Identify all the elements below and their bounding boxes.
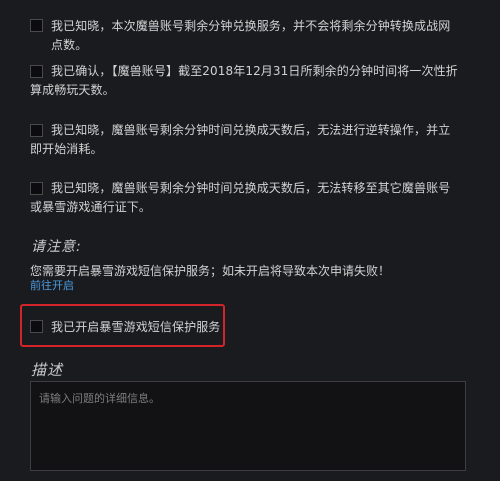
description-input[interactable] <box>30 381 466 471</box>
agreement-label: 我已确认，【魔兽账号】截至2018年12月31日所剩余的分钟时间将一次性折算成畅… <box>30 64 458 97</box>
sms-protection-option[interactable]: 我已开启暴雪游戏短信保护服务 <box>30 319 220 335</box>
agreement-non-transferable[interactable]: 我已知晓，魔兽账号剩余分钟时间兑换成天数后，无法转移至其它魔兽账号或暴雪游戏通行… <box>30 179 460 217</box>
agreement-checkbox[interactable] <box>30 65 43 78</box>
agreement-checkbox[interactable] <box>30 182 43 195</box>
notice-message: 您需要开启暴雪游戏短信保护服务；如未开启将导致本次申请失败！ <box>30 264 391 278</box>
agreement-minutes-not-converted[interactable]: 我已知晓，本次魔兽账号剩余分钟兑换服务，并不会将剩余分钟转换成战网点数。 <box>30 17 460 55</box>
agreement-checkbox[interactable] <box>30 19 43 32</box>
enable-sms-protection-link[interactable]: 前往开启 <box>30 277 74 293</box>
description-title: 描述 <box>31 361 64 379</box>
agreement-label: 我已知晓，魔兽账号剩余分钟时间兑换成天数后，无法进行逆转操作，并立即开始消耗。 <box>30 123 451 156</box>
notice-title: 请注意: <box>31 239 82 255</box>
agreement-minutes-to-days[interactable]: 我已确认，【魔兽账号】截至2018年12月31日所剩余的分钟时间将一次性折算成畅… <box>30 62 460 100</box>
sms-protection-checkbox[interactable] <box>30 320 43 333</box>
agreement-checkbox[interactable] <box>30 124 43 137</box>
agreement-label: 我已知晓，魔兽账号剩余分钟时间兑换成天数后，无法转移至其它魔兽账号或暴雪游戏通行… <box>30 181 451 214</box>
agreement-irreversible[interactable]: 我已知晓，魔兽账号剩余分钟时间兑换成天数后，无法进行逆转操作，并立即开始消耗。 <box>30 121 460 159</box>
agreement-label: 我已知晓，本次魔兽账号剩余分钟兑换服务，并不会将剩余分钟转换成战网点数。 <box>51 19 451 52</box>
sms-protection-label: 我已开启暴雪游戏短信保护服务 <box>51 320 221 334</box>
